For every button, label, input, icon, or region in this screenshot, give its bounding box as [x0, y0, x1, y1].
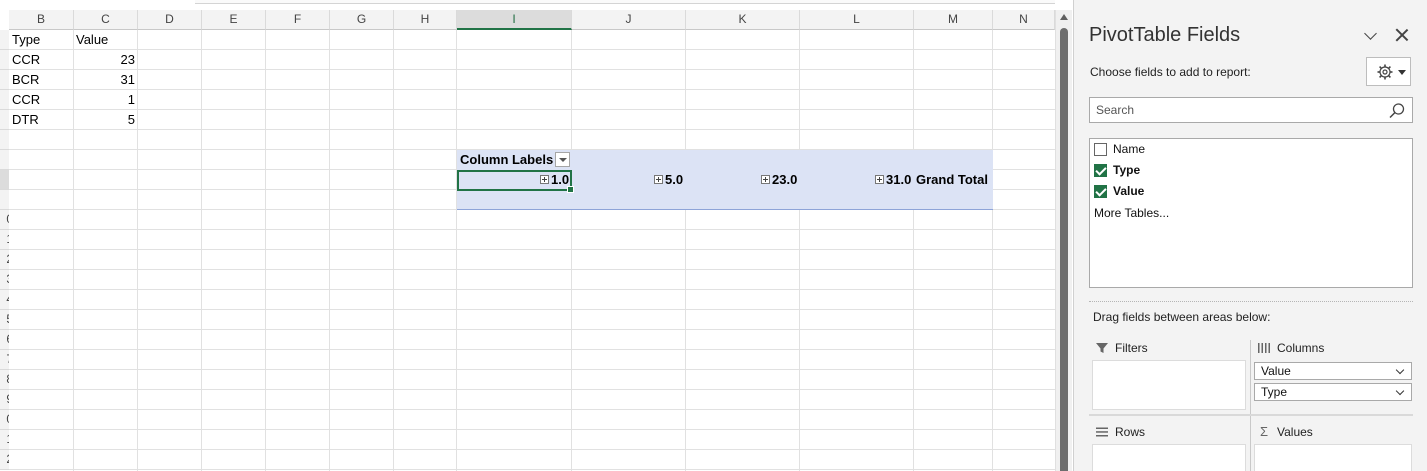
search-icon[interactable]	[1388, 102, 1406, 120]
row-header[interactable]: 1	[0, 430, 9, 450]
column-header-k[interactable]: K	[686, 10, 800, 30]
spreadsheet-grid[interactable]: B C D E F G H I J K L M N 0123456789012 …	[0, 0, 1055, 471]
columns-field-value[interactable]: Value	[1254, 362, 1412, 380]
chevron-down-icon[interactable]	[1395, 365, 1405, 375]
field-label: Type	[1113, 163, 1141, 177]
areas-horizontal-divider	[1089, 414, 1413, 416]
search-input[interactable]	[1090, 98, 1380, 122]
more-tables-link[interactable]: More Tables...	[1094, 206, 1169, 220]
row-header[interactable]	[0, 50, 9, 70]
vertical-scrollbar[interactable]	[1055, 10, 1072, 471]
cell-value[interactable]: 1	[73, 90, 138, 110]
pane-options-button[interactable]	[1358, 22, 1382, 46]
pivottable-fields-pane: PivotTable Fields Choose fields to add t…	[1073, 0, 1427, 471]
expand-icon[interactable]	[761, 175, 770, 185]
column-header-c[interactable]: C	[74, 10, 138, 30]
column-header-b[interactable]: B	[9, 10, 74, 30]
choose-fields-label: Choose fields to add to report:	[1090, 65, 1251, 79]
expand-icon[interactable]	[654, 175, 663, 185]
field-search-box[interactable]	[1089, 97, 1413, 123]
filter-icon	[1096, 343, 1108, 353]
row-header[interactable]	[0, 30, 9, 50]
cell-type[interactable]: CCR	[9, 50, 43, 70]
chevron-down-icon[interactable]	[1395, 386, 1405, 396]
field-checkbox[interactable]	[1094, 143, 1107, 156]
column-header-h[interactable]: H	[394, 10, 457, 30]
row-header[interactable]	[0, 170, 9, 190]
cell-value[interactable]: 23	[73, 50, 138, 70]
row-header[interactable]: 1	[0, 230, 9, 250]
drag-fields-hint: Drag fields between areas below:	[1093, 310, 1271, 324]
formula-area-edge	[0, 0, 1055, 10]
cell-b2-type-header[interactable]: Type	[9, 30, 43, 50]
row-header[interactable]	[0, 150, 9, 170]
row-header[interactable]: 3	[0, 270, 9, 290]
active-cell-selection[interactable]	[457, 170, 574, 193]
field-list: Name Type Value More Tables...	[1089, 138, 1413, 288]
close-pane-button[interactable]	[1390, 26, 1414, 50]
dropdown-arrow-icon	[1398, 70, 1406, 75]
filters-drop-zone[interactable]	[1092, 360, 1246, 410]
column-header-l[interactable]: L	[800, 10, 914, 30]
cell-value[interactable]: 5	[73, 110, 138, 130]
field-label: Name	[1113, 142, 1146, 156]
column-header-f[interactable]: F	[266, 10, 330, 30]
scroll-thumb[interactable]	[1060, 28, 1068, 471]
scroll-up-arrow-icon[interactable]	[1060, 14, 1068, 20]
column-header-n[interactable]: N	[993, 10, 1055, 30]
chevron-down-icon	[1363, 27, 1377, 40]
rows-icon	[1096, 427, 1108, 437]
row-header[interactable]: 0	[0, 410, 9, 430]
field-checkbox[interactable]	[1094, 185, 1107, 198]
cell-type[interactable]: DTR	[9, 110, 42, 130]
rows-drop-zone[interactable]	[1092, 444, 1246, 471]
pane-title: PivotTable Fields	[1089, 24, 1241, 46]
tools-button[interactable]	[1366, 57, 1411, 86]
row-header[interactable]	[0, 90, 9, 110]
cell-value[interactable]: 31	[73, 70, 138, 90]
close-icon	[1395, 28, 1409, 42]
column-header-j[interactable]: J	[572, 10, 686, 30]
row-header[interactable]	[0, 190, 9, 210]
column-header-g[interactable]: G	[330, 10, 394, 30]
row-header[interactable]	[0, 110, 9, 130]
row-header[interactable]: 4	[0, 290, 9, 310]
row-header[interactable]	[0, 70, 9, 90]
row-header[interactable]: 0	[0, 210, 9, 230]
pane-splitter[interactable]	[1089, 301, 1413, 302]
row-header[interactable]: 7	[0, 350, 9, 370]
gear-icon	[1377, 64, 1393, 80]
row-header[interactable]: 2	[0, 250, 9, 270]
row-header[interactable]: 5	[0, 310, 9, 330]
field-label: Value	[1113, 184, 1145, 198]
areas-vertical-divider	[1250, 340, 1251, 471]
sigma-icon: Σ	[1259, 424, 1269, 439]
row-header[interactable]	[0, 130, 9, 150]
row-header[interactable]: 6	[0, 330, 9, 350]
column-header-m[interactable]: M	[914, 10, 993, 30]
cell-type[interactable]: BCR	[9, 70, 42, 90]
row-header[interactable]: 8	[0, 370, 9, 390]
pivot-column-labels[interactable]: Column Labels	[460, 150, 553, 170]
row-header[interactable]: 2	[0, 450, 9, 470]
column-header-e[interactable]: E	[202, 10, 266, 30]
pivot-column-item[interactable]: 5.0	[654, 170, 683, 190]
pivot-grand-total[interactable]: Grand Total	[916, 170, 988, 190]
pivot-column-item[interactable]: 23.0	[761, 170, 797, 190]
cell-type[interactable]: CCR	[9, 90, 43, 110]
column-header-d[interactable]: D	[138, 10, 202, 30]
column-labels-filter-button[interactable]	[555, 152, 570, 167]
columns-field-type[interactable]: Type	[1254, 383, 1412, 401]
field-checkbox[interactable]	[1094, 164, 1107, 177]
pivot-column-item[interactable]: 31.0	[875, 170, 911, 190]
column-header-i[interactable]: I	[457, 10, 572, 30]
values-drop-zone[interactable]	[1254, 444, 1412, 471]
cell-c2-value-header[interactable]: Value	[73, 30, 111, 50]
columns-icon	[1258, 343, 1270, 353]
expand-icon[interactable]	[875, 175, 884, 185]
row-header[interactable]: 9	[0, 390, 9, 410]
